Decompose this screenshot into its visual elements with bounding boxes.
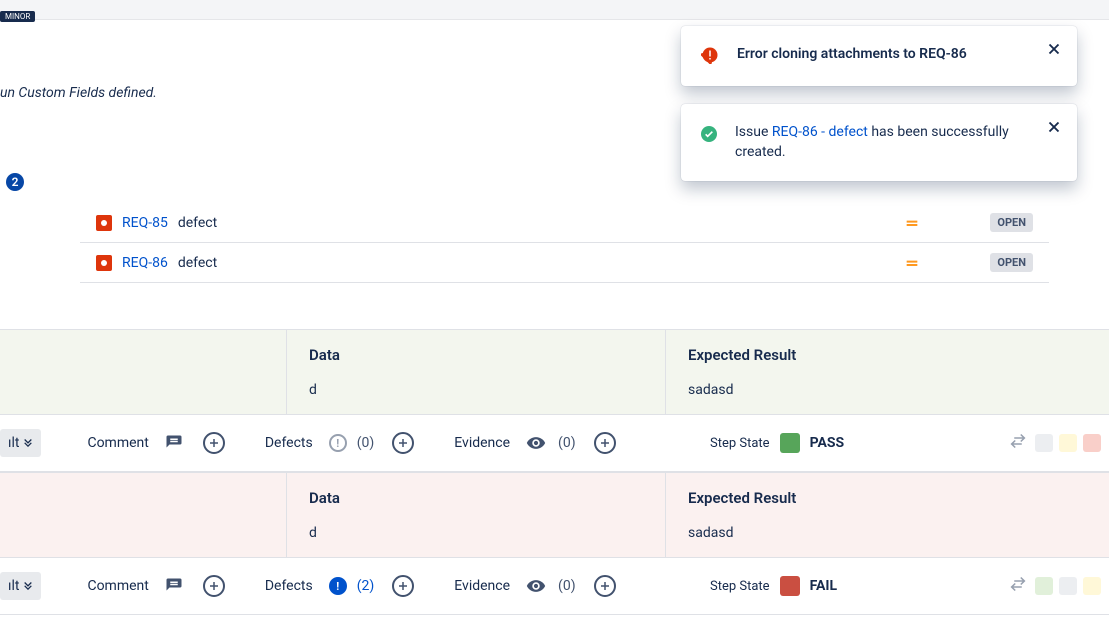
defects-count: (2) [357,578,375,594]
state-swatch-group [1009,432,1101,454]
status-badge: OPEN [990,253,1033,272]
swatch-todo[interactable] [1035,434,1053,452]
swatch-executing[interactable] [1059,434,1077,452]
chevron-down-icon [23,579,33,593]
evidence-label: Evidence [454,435,510,451]
comment-icon [165,434,183,452]
notification-stack: Error cloning attachments to REQ-86 Issu… [681,26,1077,181]
defect-row[interactable]: REQ-85 defect OPEN [80,203,1049,243]
evidence-label: Evidence [454,578,510,594]
defect-summary: defect [178,215,895,231]
defects-label: Defects [265,578,313,594]
state-text: FAIL [810,578,838,594]
column-expected-header: Expected Result [688,489,1087,507]
step-state-label: Step State [710,579,770,594]
notification-success-message: Issue REQ-86 - defect has been successfu… [735,122,1057,163]
column-data-header: Data [309,346,643,364]
add-evidence-button[interactable] [594,575,616,597]
column-data-header: Data [309,489,643,507]
step-state: Step State PASS [710,433,844,453]
actual-result-dropdown[interactable]: ılt [0,429,41,457]
add-defect-button[interactable] [392,575,414,597]
notification-error-message: Error cloning attachments to REQ-86 [737,44,1057,64]
bug-icon [96,255,112,271]
defects-count: (0) [357,435,375,451]
priority-medium-icon [904,255,920,271]
eye-icon [526,576,546,596]
comment-label: Comment [87,578,148,594]
step-state-label: Step State [710,436,770,451]
defects-label: Defects [265,435,313,451]
swatch-pass[interactable] [1035,577,1053,595]
swatch-todo[interactable] [1059,577,1077,595]
success-icon [701,126,717,146]
test-step: Data d Expected Result sadasd ılt Commen… [0,472,1109,615]
actual-result-dropdown[interactable]: ılt [0,572,41,600]
error-icon [701,46,719,68]
notification-error: Error cloning attachments to REQ-86 [681,26,1077,86]
step-header: Data d Expected Result sadasd [0,330,1109,415]
step-state: Step State FAIL [710,576,837,596]
evidence-count: (0) [558,578,576,594]
priority-medium-icon [904,215,920,231]
evidence-count: (0) [558,435,576,451]
defects-count-badge: 2 [6,173,24,191]
swatch-fail[interactable] [1083,434,1101,452]
defect-summary: defect [178,255,895,271]
state-swatch-group [1009,575,1101,597]
step-expected-value: sadasd [688,382,1087,398]
notification-success: Issue REQ-86 - defect has been successfu… [681,104,1077,181]
add-evidence-button[interactable] [594,432,616,454]
step-controls: ılt Comment Defects ! (2) Evi [0,558,1109,615]
close-icon[interactable] [1045,118,1063,136]
state-chip[interactable] [780,433,800,453]
close-icon[interactable] [1045,40,1063,58]
add-comment-button[interactable] [203,575,225,597]
steps-container: Data d Expected Result sadasd ılt Commen… [0,329,1109,615]
defects-indicator-icon: ! [329,577,347,595]
status-badge: OPEN [990,213,1033,232]
step-controls: ılt Comment Defects ! (0) Evi [0,415,1109,472]
swap-icon[interactable] [1009,575,1027,597]
top-bar: MINOR [0,0,1109,20]
state-text: PASS [810,435,845,451]
bug-icon [96,215,112,231]
add-comment-button[interactable] [203,432,225,454]
comment-label: Comment [87,435,148,451]
defect-row[interactable]: REQ-86 defect OPEN [80,243,1049,283]
test-step: Data d Expected Result sadasd ılt Commen… [0,329,1109,472]
defect-key-link[interactable]: REQ-86 [122,255,168,271]
swap-icon[interactable] [1009,432,1027,454]
comment-icon [165,577,183,595]
swatch-executing[interactable] [1083,577,1101,595]
defects-indicator-icon: ! [329,434,347,452]
add-defect-button[interactable] [392,432,414,454]
state-chip[interactable] [780,576,800,596]
eye-icon [526,433,546,453]
step-expected-value: sadasd [688,525,1087,541]
notification-issue-link[interactable]: REQ-86 - defect [772,124,868,140]
step-data-value: d [309,525,643,541]
chevron-down-icon [23,436,33,450]
defect-key-link[interactable]: REQ-85 [122,215,168,231]
defects-list: REQ-85 defect OPEN REQ-86 defect OPEN [80,203,1049,283]
column-expected-header: Expected Result [688,346,1087,364]
step-header: Data d Expected Result sadasd [0,473,1109,558]
step-data-value: d [309,382,643,398]
